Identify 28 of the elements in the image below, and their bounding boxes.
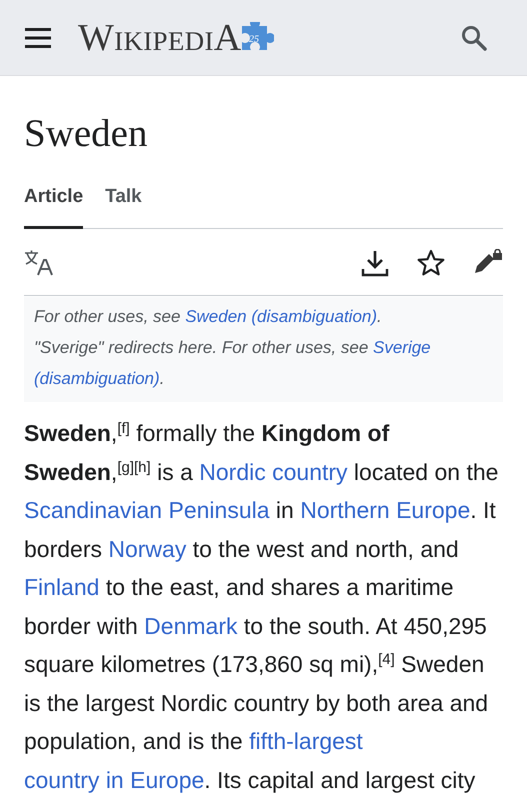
hatnote: "Sverige" redirects here. For other uses, see Sverige (disambiguation). bbox=[34, 337, 432, 390]
page-tab[interactable]: Talk bbox=[105, 180, 142, 229]
reference-link[interactable]: [f] bbox=[117, 420, 130, 437]
link[interactable]: Scandinavian Peninsula bbox=[24, 497, 270, 523]
link[interactable]: country in Europe bbox=[24, 766, 204, 792]
page-tab[interactable]: Article bbox=[24, 180, 84, 229]
wikipedia-logo[interactable]: WikipediA bbox=[78, 16, 242, 60]
menu-icon[interactable] bbox=[25, 28, 51, 48]
star-icon[interactable] bbox=[417, 249, 445, 277]
language-icon[interactable] bbox=[24, 250, 54, 276]
link[interactable]: Denmark bbox=[144, 612, 238, 638]
reference-link[interactable]: [g] bbox=[117, 458, 134, 476]
link[interactable]: (disambiguation) bbox=[34, 369, 160, 388]
page-title: Sweden bbox=[24, 112, 148, 156]
hatnote: For other uses, see Sweden (disambiguation). bbox=[34, 306, 383, 328]
reference-link[interactable]: [4] bbox=[378, 651, 395, 668]
reference-link[interactable]: [h] bbox=[134, 458, 151, 476]
link[interactable]: Norway bbox=[108, 536, 186, 562]
link[interactable]: Europe bbox=[396, 497, 470, 523]
link[interactable]: Finland bbox=[24, 574, 100, 600]
download-icon[interactable] bbox=[361, 249, 389, 277]
link[interactable]: fifth-largest bbox=[249, 728, 363, 754]
link[interactable]: Sverige bbox=[373, 338, 431, 357]
link[interactable]: Nordic country bbox=[199, 458, 348, 484]
article-paragraph: Sweden,$^{[f]}$ formally the Kingdom of Sweden,$^{[g]}$$^{[h]}$ is a Nordic country located on the Scandinavian Peninsula in Northern Europe. It borders Norway to the west and north, and Finland to the east, and shares a maritime border with Denmark to the south. At 450,295 square kilometres (173,860 sq mi),$^{[4]}$ Sweden is the largest Nordic country by both area and population, and is the fifth-largest country in Europe. Its capital and largest city bbox=[24, 419, 500, 795]
link[interactable]: Sweden (disambiguation) bbox=[185, 307, 378, 326]
link[interactable]: Northern bbox=[300, 497, 390, 523]
search-icon[interactable] bbox=[461, 24, 487, 50]
